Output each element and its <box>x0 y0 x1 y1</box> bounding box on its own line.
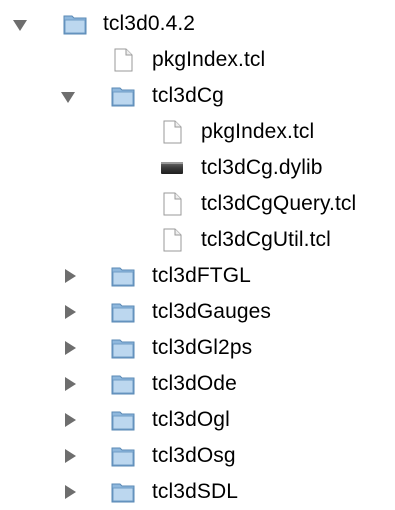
collapsed-triangle-icon[interactable] <box>62 412 78 428</box>
collapsed-triangle-icon[interactable] <box>62 484 78 500</box>
collapsed-triangle-icon[interactable] <box>62 340 78 356</box>
tree-item-label[interactable]: tcl3dCg.dylib <box>201 157 323 178</box>
tree-item-label[interactable]: tcl3dOgl <box>152 409 230 430</box>
folder-icon <box>110 443 136 469</box>
collapsed-triangle-icon[interactable] <box>62 448 78 464</box>
collapsed-triangle-icon[interactable] <box>62 268 78 284</box>
tree-item-label[interactable]: tcl3dCgUtil.tcl <box>201 229 331 250</box>
tree-item-label[interactable]: tcl3dCgQuery.tcl <box>201 193 356 214</box>
folder-icon <box>110 83 136 109</box>
tree-item-label[interactable]: tcl3dFTGL <box>152 265 251 286</box>
library-icon <box>159 155 185 181</box>
tree-item-label[interactable]: tcl3d0.4.2 <box>103 13 195 34</box>
tree-item-label[interactable]: pkgIndex.tcl <box>152 49 265 70</box>
folder-icon <box>110 299 136 325</box>
folder-icon <box>110 335 136 361</box>
tree-item-label[interactable]: tcl3dGl2ps <box>152 337 252 358</box>
folder-icon <box>110 407 136 433</box>
document-icon <box>159 119 185 145</box>
folder-icon <box>62 11 88 37</box>
collapsed-triangle-icon[interactable] <box>62 304 78 320</box>
file-tree: tcl3d0.4.2 pkgIndex.tcl tcl3dCg pkgIndex… <box>0 0 395 510</box>
folder-icon <box>110 371 136 397</box>
tree-item-label[interactable]: tcl3dSDL <box>152 481 238 502</box>
document-icon <box>159 227 185 253</box>
folder-icon <box>110 263 136 289</box>
tree-item-label[interactable]: tcl3dCg <box>152 85 224 106</box>
tree-item-label[interactable]: tcl3dOsg <box>152 445 236 466</box>
expanded-triangle-icon[interactable] <box>12 17 28 33</box>
tree-item-label[interactable]: pkgIndex.tcl <box>201 121 314 142</box>
expanded-triangle-icon[interactable] <box>60 89 76 105</box>
tree-item-label[interactable]: tcl3dOde <box>152 373 237 394</box>
document-icon <box>110 47 136 73</box>
folder-icon <box>110 479 136 505</box>
document-icon <box>159 191 185 217</box>
collapsed-triangle-icon[interactable] <box>62 376 78 392</box>
tree-item-label[interactable]: tcl3dGauges <box>152 301 271 322</box>
